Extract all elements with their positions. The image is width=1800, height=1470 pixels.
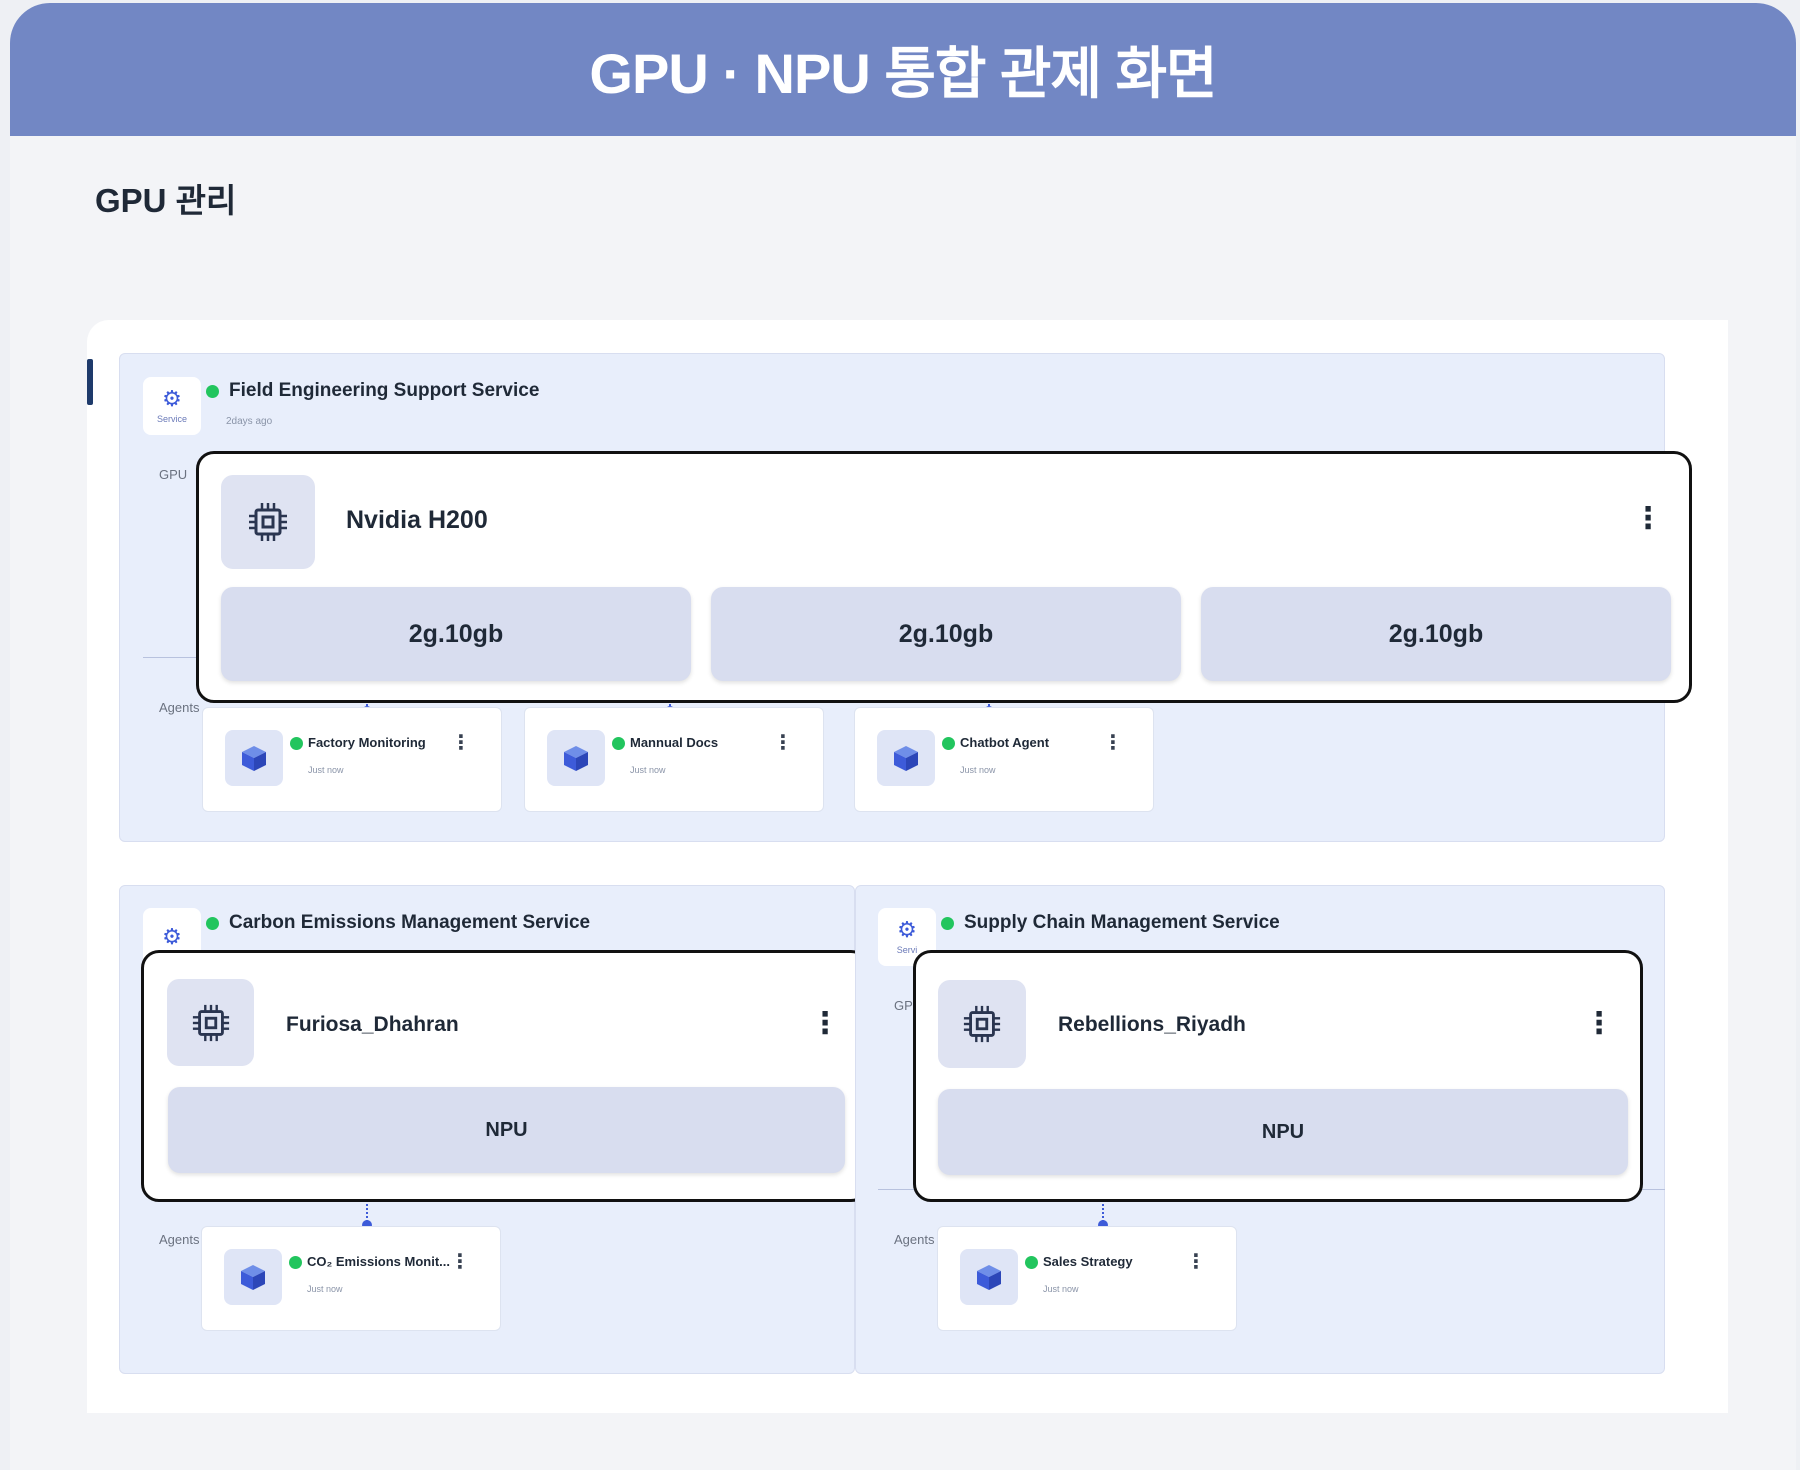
agent-menu-icon[interactable]: ⋮ [1186,1249,1206,1274]
chip-icon [192,1004,229,1041]
gpu-card-nvidia-h200[interactable]: Nvidia H200 ⋮ 2g.10gb 2g.10gb 2g.10gb [196,451,1692,703]
agent-menu-icon[interactable]: ⋮ [450,1249,470,1274]
npu-card-furiosa-dhahran[interactable]: Furiosa_Dhahran ⋮ NPU [141,950,869,1202]
agent-timestamp: Just now [308,765,344,775]
agent-card-mannual-docs[interactable]: Mannual Docs Just now ⋮ [524,707,824,812]
agent-cube-icon [224,1249,282,1305]
gpu-slice[interactable]: 2g.10gb [221,587,691,681]
agent-status-dot [942,737,955,750]
chip-icon [249,503,287,541]
agent-cube-icon [960,1249,1018,1305]
agent-timestamp: Just now [307,1284,343,1294]
agent-menu-icon[interactable]: ⋮ [1103,730,1123,755]
npu-slice[interactable]: NPU [938,1089,1628,1175]
service-network-icon: ⚙ [162,924,182,949]
chip-icon-box [167,979,254,1066]
npu-card-rebellions-riyadh[interactable]: Rebellions_Riyadh ⋮ NPU [913,950,1643,1202]
service-icon-caption: Service [156,414,187,424]
service-network-icon: ⚙ [162,386,182,411]
npu-menu-icon[interactable]: ⋮ [1584,1009,1614,1039]
agent-card-sales-strategy[interactable]: Sales Strategy Just now ⋮ [937,1226,1237,1331]
service-timestamp: 2days ago [226,416,273,427]
gpu-menu-icon[interactable]: ⋮ [1633,504,1663,534]
gpu-row-label: GP [894,998,913,1013]
agents-row-label: Agents [159,1232,200,1247]
service-status-dot [206,917,219,930]
agent-timestamp: Just now [960,765,996,775]
gpu-row-label: GPU [159,467,188,482]
agent-card-factory-monitoring[interactable]: Factory Monitoring Just now ⋮ [202,707,502,812]
agent-name: Sales Strategy [1043,1254,1133,1269]
gpu-slice[interactable]: 2g.10gb [1201,587,1671,681]
npu-menu-icon[interactable]: ⋮ [810,1009,840,1039]
divider-line [143,657,203,658]
agent-cube-icon [225,730,283,786]
service-icon-caption: Servi [896,945,918,955]
canvas-left-accent [87,359,93,405]
agent-cube-icon [877,730,935,786]
service-icon-box[interactable]: ⚙ Service [143,377,201,435]
agents-row-label: Agents [894,1232,935,1247]
service-name[interactable]: Supply Chain Management Service [964,912,1280,934]
agent-status-dot [290,737,303,750]
chip-icon [963,1005,1001,1043]
agent-status-dot [1025,1256,1038,1269]
npu-name: Rebellions_Riyadh [1058,1013,1246,1036]
section-title: GPU 관리 [95,182,237,219]
agents-row-label: Agents [159,700,200,715]
service-name[interactable]: Field Engineering Support Service [229,380,539,402]
service-name[interactable]: Carbon Emissions Management Service [229,912,590,934]
npu-slice[interactable]: NPU [168,1087,845,1173]
service-status-dot [941,917,954,930]
gpu-name: Nvidia H200 [346,506,488,534]
agent-timestamp: Just now [630,765,666,775]
agent-menu-icon[interactable]: ⋮ [451,730,471,755]
agent-card-co2-emissions[interactable]: CO₂ Emissions Monit... Just now ⋮ [201,1226,501,1331]
chip-icon-box [938,980,1026,1068]
agent-status-dot [289,1256,302,1269]
service-status-dot [206,385,219,398]
gpu-slice[interactable]: 2g.10gb [711,587,1181,681]
chip-icon-box [221,475,315,569]
agent-name: Mannual Docs [630,735,719,750]
agent-timestamp: Just now [1043,1284,1079,1294]
page-banner-title: GPU · NPU 통합 관제 화면 [589,42,1217,105]
agent-menu-icon[interactable]: ⋮ [773,730,793,755]
service-network-icon: ⚙ [897,917,917,942]
agent-name: Factory Monitoring [308,735,426,750]
agent-cube-icon [547,730,605,786]
agent-card-chatbot-agent[interactable]: Chatbot Agent Just now ⋮ [854,707,1154,812]
npu-name: Furiosa_Dhahran [286,1013,459,1036]
agent-name: Chatbot Agent [960,735,1050,750]
agent-name: CO₂ Emissions Monit... [307,1254,451,1269]
agent-status-dot [612,737,625,750]
header-banner: GPU · NPU 통합 관제 화면 [10,3,1796,136]
